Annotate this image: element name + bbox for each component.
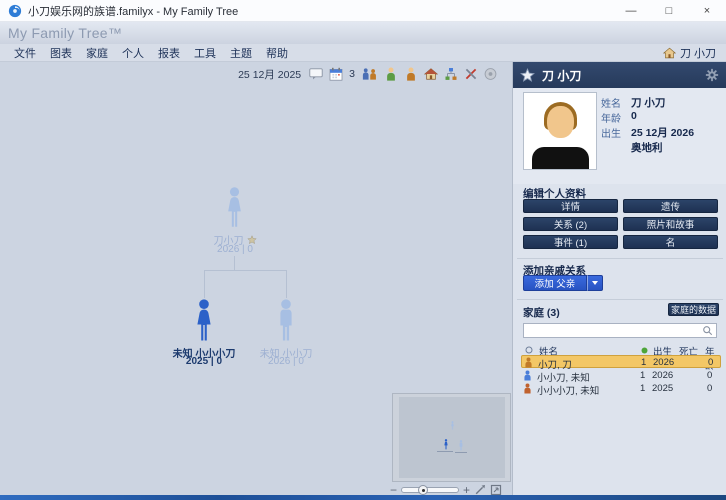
names-button[interactable]: 名 (623, 235, 718, 249)
person-panel: 刀 小刀 姓名 刀 小刀 年龄 0 出生 25 12月 2026 (512, 62, 726, 495)
family-search-input[interactable] (524, 325, 702, 337)
family-search (523, 323, 717, 338)
divider (517, 299, 723, 300)
details-button[interactable]: 详情 (523, 199, 618, 213)
maximize-button[interactable]: □ (650, 0, 688, 22)
app-icon (8, 4, 22, 18)
photos-stories-button[interactable]: 照片和故事 (623, 217, 718, 231)
minimap-viewport[interactable] (399, 397, 505, 478)
heredity-button[interactable]: 遗传 (623, 199, 718, 213)
couple-icon[interactable] (361, 67, 378, 81)
minimize-button[interactable]: — (612, 0, 650, 22)
tree-connector (286, 270, 287, 298)
tooltip-icon[interactable] (309, 67, 323, 81)
gear-icon[interactable] (705, 68, 719, 82)
calendar-icon[interactable] (329, 67, 343, 81)
panel-person-name: 刀 小刀 (542, 67, 581, 84)
person-female-icon (523, 383, 532, 394)
name-value: 刀 小刀 (631, 95, 665, 110)
chart-date: 25 12月 2025 (238, 67, 301, 82)
brand-banner: My Family Tree™ (0, 22, 726, 44)
menu-themes[interactable]: 主题 (230, 45, 252, 61)
menu-person[interactable]: 个人 (122, 45, 144, 61)
age-value: 0 (631, 110, 637, 125)
menu-reports[interactable]: 报表 (158, 45, 180, 61)
family-section-title: 家庭 (3) (523, 305, 560, 320)
age-label: 年龄 (601, 110, 623, 125)
living-status-icon[interactable] (641, 347, 648, 354)
tree-node-child-left[interactable] (192, 298, 216, 344)
chart-toolbar: 25 12月 2025 3 (238, 65, 497, 83)
search-icon (702, 325, 713, 336)
star-badge-icon (247, 235, 257, 245)
tree-node-right-detail: 2026 | 0 (231, 356, 341, 367)
add-relative-dropdown[interactable] (587, 275, 603, 291)
divider (517, 258, 723, 259)
person-photo[interactable] (523, 92, 597, 170)
tree-connector (204, 270, 287, 271)
family-data-button[interactable]: 家庭的数据 (668, 303, 719, 316)
person-panel-header: 刀 小刀 (513, 62, 726, 88)
person-summary-card: 姓名 刀 小刀 年龄 0 出生 25 12月 2026 奥地利 (513, 88, 726, 184)
family-row-3[interactable]: 小小小刀, 未知 1 2025 0 (521, 382, 721, 395)
person-male-icon (523, 370, 532, 381)
title-bar: 小刀娱乐网的族谱.familyx - My Family Tree — □ × (0, 0, 726, 22)
active-person-chip[interactable]: 刀 小刀 (663, 44, 716, 62)
birth-value: 25 12月 2026 (631, 125, 694, 140)
zoom-slider[interactable] (401, 487, 459, 493)
menu-family[interactable]: 家庭 (86, 45, 108, 61)
birth-label: 出生 (601, 125, 623, 140)
active-person-name: 刀 小刀 (680, 45, 716, 61)
individual-count: 3 (349, 68, 355, 80)
tree-connector (234, 256, 235, 270)
person-green-icon[interactable] (384, 67, 398, 81)
tree-node-child-right[interactable] (274, 298, 298, 344)
tree-node-root-detail: 2026 | 0 (180, 244, 290, 255)
tree-node-root[interactable] (223, 186, 246, 230)
home-icon (663, 47, 676, 59)
menu-file[interactable]: 文件 (14, 45, 36, 61)
brand-text: My Family Tree™ (8, 25, 122, 41)
menu-bar: 文件 图表 家庭 个人 报表 工具 主题 帮助 刀 小刀 (0, 44, 726, 62)
tree-connector (204, 270, 205, 298)
menu-tools[interactable]: 工具 (194, 45, 216, 61)
window-title: 小刀娱乐网的族谱.familyx - My Family Tree (28, 3, 238, 19)
chevron-down-icon (592, 281, 598, 285)
events-button[interactable]: 事件 (1) (523, 235, 618, 249)
help-disabled-icon[interactable] (484, 67, 497, 81)
birth-place-value: 奥地利 (631, 140, 663, 155)
sort-icon[interactable] (525, 346, 533, 354)
tools-icon[interactable] (464, 67, 478, 81)
close-button[interactable]: × (688, 0, 726, 22)
family-row-1[interactable]: 小刀, 刀 1 2026 0 (521, 355, 721, 368)
relationships-button[interactable]: 关系 (2) (523, 217, 618, 231)
taskbar-edge (0, 495, 726, 500)
menu-charts[interactable]: 图表 (50, 45, 72, 61)
minimap[interactable] (392, 393, 511, 482)
favorite-star-icon[interactable] (520, 68, 535, 83)
name-label: 姓名 (601, 95, 623, 110)
application-window: 小刀娱乐网的族谱.familyx - My Family Tree — □ × … (0, 0, 726, 500)
zoom-slider-thumb[interactable] (418, 485, 428, 495)
family-row-2[interactable]: 小小刀, 未知 1 2026 0 (521, 369, 721, 382)
person-female-icon (524, 357, 533, 368)
home-icon[interactable] (424, 67, 438, 81)
menu-help[interactable]: 帮助 (266, 45, 288, 61)
add-father-button[interactable]: 添加 父亲 (523, 275, 587, 291)
person-orange-icon[interactable] (404, 67, 418, 81)
chart-canvas[interactable]: 25 12月 2025 3 刀小刀 2026 | 0 未知 (0, 62, 511, 495)
relatives-icon[interactable] (444, 67, 458, 81)
